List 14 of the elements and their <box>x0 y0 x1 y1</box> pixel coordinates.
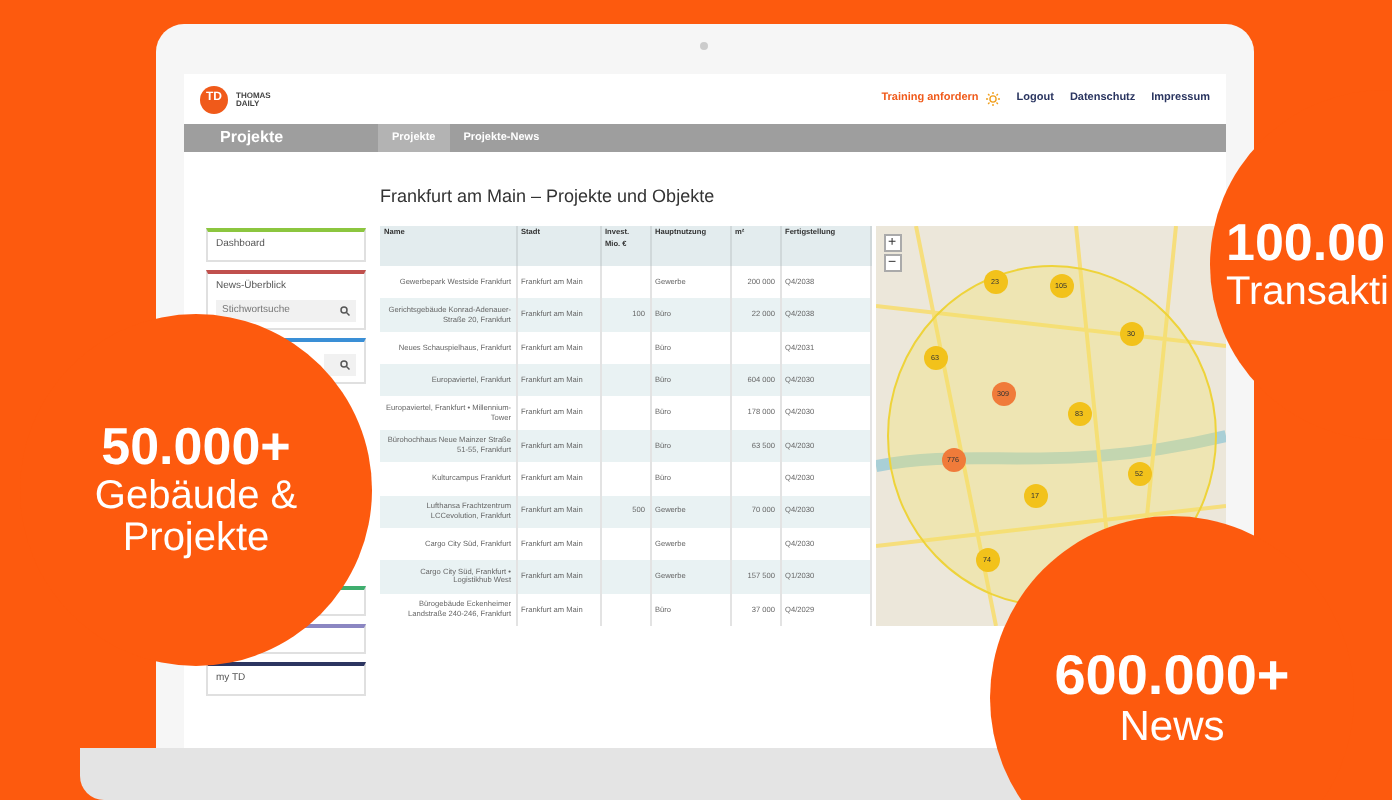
search-icon <box>340 360 350 370</box>
promo-text: 100.00 <box>1226 216 1386 272</box>
promo-text: 600.000+ <box>1054 646 1290 706</box>
promo-text: News <box>1119 705 1225 750</box>
promo-text: Gebäude & <box>94 475 298 518</box>
search-field[interactable] <box>324 354 356 376</box>
section-title: Projekte <box>218 126 286 150</box>
page-title: Frankfurt am Main – Projekte und Objekte <box>380 184 717 206</box>
promo-text: 50.000+ <box>101 420 291 476</box>
promo-text: Projekte <box>122 517 270 560</box>
promo-text: Transakti <box>1226 271 1390 314</box>
lightbulb-icon <box>986 92 1001 106</box>
search-icon <box>340 306 350 316</box>
camera-dot <box>700 42 708 50</box>
